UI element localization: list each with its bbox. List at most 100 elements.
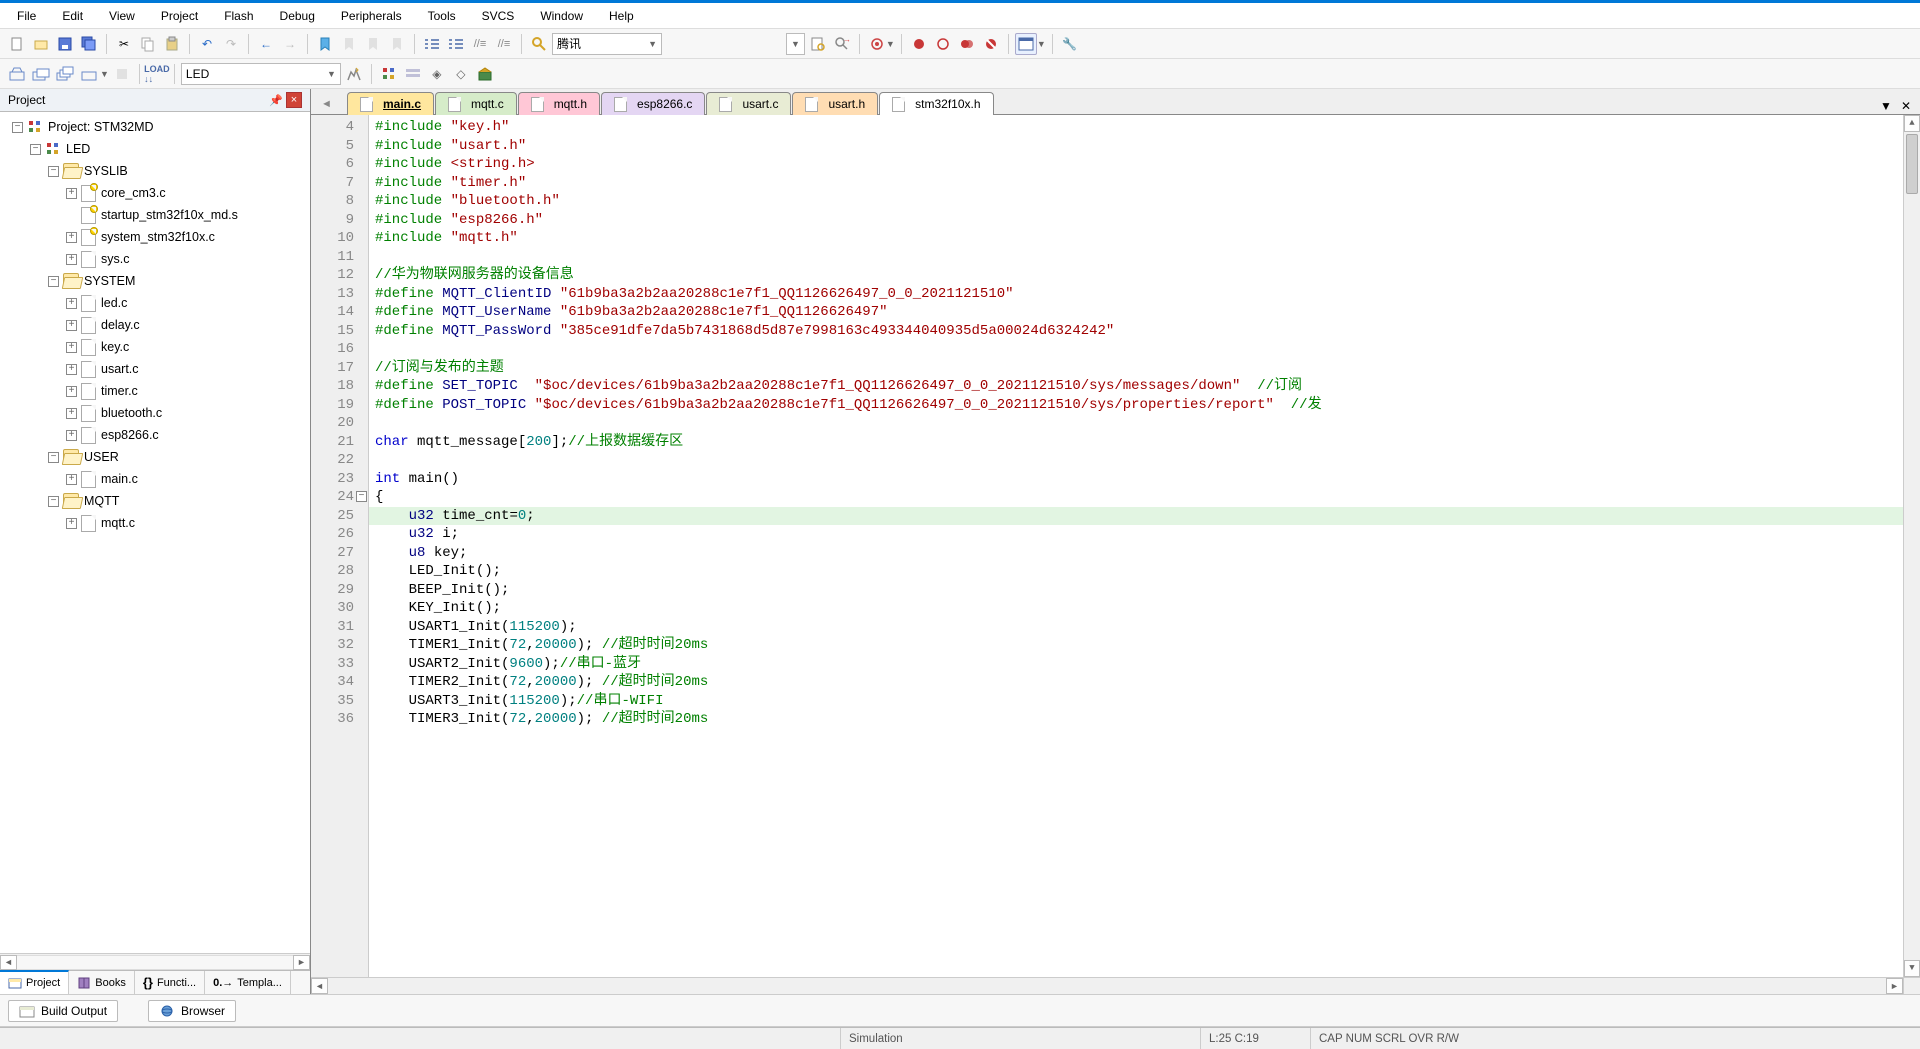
project-tab-functi[interactable]: {}Functi...: [135, 971, 205, 994]
tree-node[interactable]: −USER: [4, 446, 310, 468]
tree-node[interactable]: +esp8266.c: [4, 424, 310, 446]
menu-help[interactable]: Help: [596, 6, 647, 26]
cut-icon[interactable]: ✂: [113, 33, 135, 55]
uncomment-icon[interactable]: //≡: [493, 33, 515, 55]
pack-installer-icon[interactable]: [474, 63, 496, 85]
bookmark-clear-icon[interactable]: [386, 33, 408, 55]
translate-icon[interactable]: [6, 63, 28, 85]
tree-node[interactable]: +sys.c: [4, 248, 310, 270]
find-combo[interactable]: 腾讯▼: [552, 33, 662, 55]
manage-project-icon[interactable]: [378, 63, 400, 85]
file-tab[interactable]: mqtt.c: [435, 92, 517, 115]
file-tab[interactable]: usart.h: [792, 92, 878, 115]
tree-node[interactable]: +key.c: [4, 336, 310, 358]
project-tab-project[interactable]: Project: [0, 970, 69, 994]
tree-node[interactable]: +bluetooth.c: [4, 402, 310, 424]
tree-node[interactable]: −MQTT: [4, 490, 310, 512]
expander-icon[interactable]: +: [66, 430, 77, 441]
stop-build-icon[interactable]: [111, 63, 133, 85]
tree-node[interactable]: +core_cm3.c: [4, 182, 310, 204]
tree-node[interactable]: +led.c: [4, 292, 310, 314]
expander-icon[interactable]: +: [66, 254, 77, 265]
redo-icon[interactable]: ↷: [220, 33, 242, 55]
menu-tools[interactable]: Tools: [415, 6, 469, 26]
file-tab[interactable]: main.c: [347, 92, 434, 115]
unindent-icon[interactable]: [445, 33, 467, 55]
manage-rtenv-icon[interactable]: ◇: [450, 63, 472, 85]
find-icon[interactable]: [528, 33, 550, 55]
expander-icon[interactable]: +: [66, 188, 77, 199]
tree-node[interactable]: startup_stm32f10x_md.s: [4, 204, 310, 226]
menu-svcs[interactable]: SVCS: [469, 6, 528, 26]
target-options-icon[interactable]: [343, 63, 365, 85]
expander-icon[interactable]: −: [48, 166, 59, 177]
menu-edit[interactable]: Edit: [49, 6, 96, 26]
nav-fwd-icon[interactable]: →: [279, 33, 301, 55]
batch-build-icon[interactable]: [78, 63, 100, 85]
copy-icon[interactable]: [137, 33, 159, 55]
pin-icon[interactable]: 📌: [268, 92, 284, 108]
editor-vscroll[interactable]: ▲▼: [1903, 115, 1920, 977]
undo-icon[interactable]: ↶: [196, 33, 218, 55]
code-content[interactable]: #include "key.h"#include "usart.h"#inclu…: [369, 115, 1903, 977]
menu-window[interactable]: Window: [527, 6, 596, 26]
expander-icon[interactable]: +: [66, 232, 77, 243]
tree-node[interactable]: +mqtt.c: [4, 512, 310, 534]
file-tab[interactable]: usart.c: [706, 92, 791, 115]
bottom-tab-build-output[interactable]: Build Output: [8, 1000, 118, 1022]
file-tab[interactable]: mqtt.h: [518, 92, 600, 115]
bookmark-prev-icon[interactable]: [338, 33, 360, 55]
open-icon[interactable]: [30, 33, 52, 55]
bookmark-next-icon[interactable]: [362, 33, 384, 55]
tree-node[interactable]: +main.c: [4, 468, 310, 490]
expander-icon[interactable]: +: [66, 298, 77, 309]
expander-icon[interactable]: −: [48, 276, 59, 287]
bottom-tab-browser[interactable]: Browser: [148, 1000, 236, 1022]
paste-icon[interactable]: [161, 33, 183, 55]
tree-node[interactable]: +delay.c: [4, 314, 310, 336]
expander-icon[interactable]: −: [48, 496, 59, 507]
menu-peripherals[interactable]: Peripherals: [328, 6, 415, 26]
tree-node[interactable]: −Project: STM32MD: [4, 116, 310, 138]
file-tab[interactable]: esp8266.c: [601, 92, 705, 115]
tree-node[interactable]: −SYSTEM: [4, 270, 310, 292]
bookmark-icon[interactable]: [314, 33, 336, 55]
save-all-icon[interactable]: [78, 33, 100, 55]
incremental-find-icon[interactable]: →: [831, 33, 853, 55]
expander-icon[interactable]: +: [66, 364, 77, 375]
fold-icon[interactable]: −: [356, 491, 367, 502]
expander-icon[interactable]: −: [30, 144, 41, 155]
expander-icon[interactable]: +: [66, 474, 77, 485]
tab-nav-icon[interactable]: ◄: [321, 98, 335, 110]
menu-file[interactable]: File: [4, 6, 49, 26]
breakpoint-kill-icon[interactable]: [956, 33, 978, 55]
project-tab-books[interactable]: Books: [69, 971, 135, 994]
code-editor[interactable]: 456789101112131415161718192021222324−252…: [311, 115, 1920, 977]
file-tab[interactable]: stm32f10x.h: [879, 92, 993, 115]
tree-node[interactable]: +system_stm32f10x.c: [4, 226, 310, 248]
menu-flash[interactable]: Flash: [211, 6, 266, 26]
nav-back-icon[interactable]: ←: [255, 33, 277, 55]
indent-icon[interactable]: [421, 33, 443, 55]
breakpoint-killall-icon[interactable]: [980, 33, 1002, 55]
menu-debug[interactable]: Debug: [267, 6, 328, 26]
expander-icon[interactable]: −: [12, 122, 23, 133]
menu-view[interactable]: View: [96, 6, 148, 26]
find-scope-combo[interactable]: ▼: [786, 33, 805, 55]
menu-project[interactable]: Project: [148, 6, 211, 26]
project-tab-templa[interactable]: 0.→Templa...: [205, 971, 291, 994]
manage-multi-icon[interactable]: [402, 63, 424, 85]
breakpoint-disable-icon[interactable]: [932, 33, 954, 55]
target-combo[interactable]: LED▼: [181, 63, 341, 85]
project-tree[interactable]: −Project: STM32MD−LED−SYSLIB+core_cm3.cs…: [0, 112, 310, 953]
find-in-files-icon[interactable]: [807, 33, 829, 55]
expander-icon[interactable]: +: [66, 518, 77, 529]
expander-icon[interactable]: +: [66, 408, 77, 419]
tab-dropdown-icon[interactable]: ▼: [1878, 98, 1894, 114]
manage-books-icon[interactable]: ◈: [426, 63, 448, 85]
comment-icon[interactable]: //≡: [469, 33, 491, 55]
debug-icon[interactable]: [866, 33, 888, 55]
save-icon[interactable]: [54, 33, 76, 55]
configure-icon[interactable]: 🔧: [1059, 33, 1081, 55]
breakpoint-icon[interactable]: [908, 33, 930, 55]
